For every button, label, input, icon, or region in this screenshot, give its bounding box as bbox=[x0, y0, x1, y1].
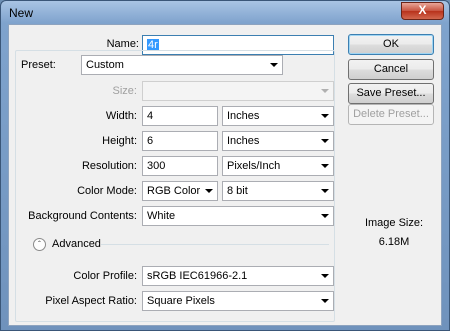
resolution-unit-dropdown-icon bbox=[321, 164, 329, 168]
background-contents-select[interactable]: White bbox=[142, 206, 334, 226]
background-contents-value: White bbox=[147, 210, 176, 222]
title-bar[interactable]: New X bbox=[1, 1, 449, 25]
pixel-aspect-ratio-dropdown-icon bbox=[321, 299, 329, 303]
resolution-unit-value: Pixels/Inch bbox=[227, 160, 281, 172]
advanced-separator bbox=[101, 244, 329, 245]
height-unit-select[interactable]: Inches bbox=[222, 131, 334, 151]
image-size-label: Image Size: bbox=[364, 217, 424, 229]
color-profile-value: sRGB IEC61966-2.1 bbox=[147, 270, 248, 282]
ok-button[interactable]: OK bbox=[348, 34, 434, 55]
save-preset-button[interactable]: Save Preset... bbox=[348, 83, 434, 104]
name-label: Name: bbox=[73, 38, 139, 50]
height-unit-value: Inches bbox=[227, 135, 260, 147]
name-label-text: Name: bbox=[106, 38, 139, 50]
height-label: Height: bbox=[102, 135, 137, 147]
width-input[interactable]: 4 bbox=[142, 106, 218, 126]
preset-dropdown-icon bbox=[270, 63, 278, 67]
new-document-dialog: New X Name: 4r Preset: Custom Size: Widt… bbox=[0, 0, 450, 331]
image-size-value: 6.18M bbox=[378, 236, 410, 248]
window-title: New bbox=[9, 6, 34, 20]
size-label: Size: bbox=[112, 85, 137, 97]
width-unit-value: Inches bbox=[227, 110, 260, 122]
bit-depth-select[interactable]: 8 bit bbox=[222, 181, 334, 201]
color-mode-dropdown-icon bbox=[205, 189, 213, 193]
preset-value: Custom bbox=[86, 59, 124, 71]
size-dropdown-icon bbox=[321, 89, 329, 93]
preset-select[interactable]: Custom bbox=[81, 55, 283, 75]
color-mode-label: Color Mode: bbox=[77, 185, 137, 197]
width-unit-select[interactable]: Inches bbox=[222, 106, 334, 126]
background-contents-dropdown-icon bbox=[321, 214, 329, 218]
color-mode-value: RGB Color bbox=[147, 185, 201, 197]
resolution-input[interactable]: 300 bbox=[142, 156, 218, 176]
color-mode-select[interactable]: RGB Color bbox=[142, 181, 218, 201]
height-unit-dropdown-icon bbox=[321, 139, 329, 143]
size-select bbox=[142, 81, 334, 101]
pixel-aspect-ratio-label: Pixel Aspect Ratio: bbox=[45, 295, 137, 307]
advanced-label[interactable]: Advanced bbox=[52, 238, 101, 250]
resolution-unit-select[interactable]: Pixels/Inch bbox=[222, 156, 334, 176]
color-profile-label: Color Profile: bbox=[73, 270, 137, 282]
preset-label: Preset: bbox=[21, 59, 56, 71]
background-contents-label: Background Contents: bbox=[28, 210, 137, 222]
bit-depth-value: 8 bit bbox=[227, 185, 248, 197]
width-label: Width: bbox=[105, 110, 137, 122]
bit-depth-dropdown-icon bbox=[321, 189, 329, 193]
width-unit-dropdown-icon bbox=[321, 114, 329, 118]
color-profile-dropdown-icon bbox=[321, 274, 329, 278]
dialog-body: Name: 4r Preset: Custom Size: Width: 4 I… bbox=[8, 24, 442, 326]
close-button[interactable]: X bbox=[401, 2, 444, 20]
delete-preset-button: Delete Preset... bbox=[348, 104, 434, 125]
pixel-aspect-ratio-select[interactable]: Square Pixels bbox=[142, 291, 334, 311]
resolution-label: Resolution: bbox=[81, 160, 137, 172]
pixel-aspect-ratio-value: Square Pixels bbox=[147, 295, 215, 307]
cancel-button[interactable]: Cancel bbox=[348, 59, 434, 80]
height-input[interactable]: 6 bbox=[142, 131, 218, 151]
color-profile-select[interactable]: sRGB IEC61966-2.1 bbox=[142, 266, 334, 286]
chevron-up-circle-icon[interactable]: ˆ bbox=[33, 238, 46, 251]
